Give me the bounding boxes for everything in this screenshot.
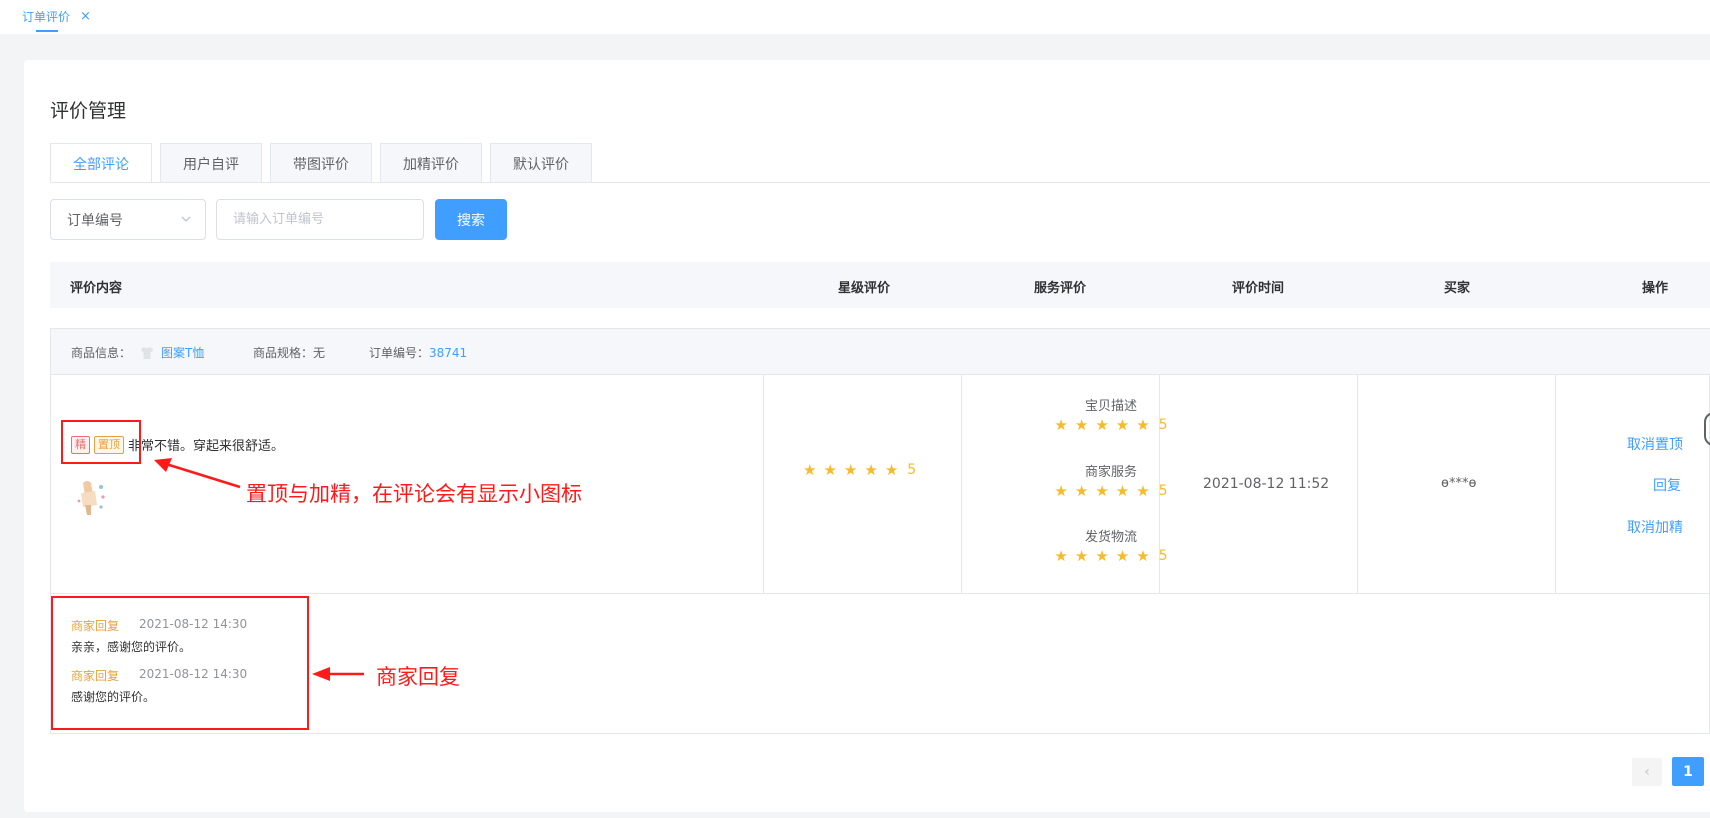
tab-all-reviews[interactable]: 全部评论 bbox=[50, 143, 152, 183]
search-field-select[interactable]: 订单编号 bbox=[50, 199, 206, 240]
service-label: 商家服务 bbox=[1084, 465, 1137, 480]
tab-order-review[interactable]: 订单评价 × bbox=[22, 8, 91, 25]
column-divider bbox=[1555, 375, 1556, 594]
star-icon: ★ bbox=[1095, 547, 1109, 565]
annotation-reply-box bbox=[51, 596, 309, 730]
product-name-link[interactable]: 图案T恤 bbox=[161, 344, 204, 361]
annotation-badges-note: 置顶与加精，在评论会有显示小图标 bbox=[246, 482, 582, 506]
star-icon: ★ bbox=[803, 461, 817, 479]
tab-image-reviews[interactable]: 带图评价 bbox=[270, 143, 372, 183]
column-divider bbox=[961, 375, 962, 594]
tabs-divider bbox=[50, 182, 1710, 183]
tab-featured-reviews[interactable]: 加精评价 bbox=[380, 143, 482, 183]
search-button[interactable]: 搜索 bbox=[435, 199, 507, 240]
tshirt-icon bbox=[141, 346, 154, 359]
order-number-input[interactable] bbox=[216, 199, 424, 240]
service-rating-logistics: 发货物流 ★ ★ ★ ★ ★ 5 bbox=[1012, 526, 1210, 565]
star-icon: ★ bbox=[1136, 482, 1150, 500]
service-rating-description: 宝贝描述 ★ ★ ★ ★ ★ 5 bbox=[1012, 395, 1210, 434]
star-icon: ★ bbox=[823, 461, 837, 479]
service-score: 5 bbox=[1158, 483, 1168, 499]
header-rating: 星级评价 bbox=[838, 281, 891, 296]
star-icon: ★ bbox=[1115, 416, 1130, 434]
header-time: 评价时间 bbox=[1232, 281, 1285, 296]
overall-rating: ★ ★ ★ ★ ★ 5 bbox=[803, 461, 916, 479]
star-rating: ★ ★ ★ ★ ★ 5 bbox=[803, 461, 916, 479]
tab-label: 订单评价 bbox=[22, 10, 71, 24]
column-divider bbox=[1357, 375, 1358, 594]
header-actions: 操作 bbox=[1642, 281, 1669, 296]
order-number: 订单编号： 38741 bbox=[369, 344, 467, 361]
star-icon: ★ bbox=[1115, 547, 1130, 565]
top-tab-bar: 订单评价 × bbox=[0, 0, 1710, 34]
star-rating: ★ ★ ★ ★ ★ 5 bbox=[1012, 547, 1210, 565]
header-service: 服务评价 bbox=[1034, 281, 1087, 296]
unfeature-button[interactable]: 取消加精 bbox=[1627, 517, 1683, 537]
select-value: 订单编号 bbox=[67, 212, 123, 229]
star-icon: ★ bbox=[1074, 482, 1089, 500]
service-label: 发货物流 bbox=[1084, 530, 1137, 545]
star-icon: ★ bbox=[1136, 416, 1150, 434]
header-content: 评价内容 bbox=[70, 281, 123, 296]
buyer-name: ɵ***ɵ bbox=[1441, 476, 1477, 491]
product-spec: 商品规格：无 bbox=[253, 346, 326, 360]
chevron-down-icon bbox=[181, 216, 191, 222]
order-number-link[interactable]: 38741 bbox=[429, 346, 467, 360]
annotation-reply-note: 商家回复 bbox=[376, 665, 460, 689]
service-score: 5 bbox=[1158, 548, 1168, 564]
product-label: 商品信息： bbox=[71, 346, 132, 360]
star-icon: ★ bbox=[1136, 547, 1150, 565]
star-rating: ★ ★ ★ ★ ★ 5 bbox=[1012, 416, 1210, 434]
active-tab-indicator bbox=[36, 30, 58, 32]
star-icon: ★ bbox=[1054, 482, 1068, 500]
review-time: 2021-08-12 11:52 bbox=[1203, 476, 1330, 492]
service-score: 5 bbox=[1158, 417, 1168, 433]
annotation-arrow-icon bbox=[154, 458, 241, 489]
header-buyer: 买家 bbox=[1444, 281, 1471, 296]
star-icon: ★ bbox=[843, 461, 858, 479]
tab-user-reviews[interactable]: 用户自评 bbox=[160, 143, 262, 183]
comment-text: 非常不错。穿起来很舒适。 bbox=[128, 439, 285, 454]
unpin-button[interactable]: 取消置顶 bbox=[1627, 434, 1683, 454]
star-icon: ★ bbox=[1095, 416, 1109, 434]
order-info-bar: 商品信息： 图案T恤 商品规格：无 订单编号： 38741 bbox=[51, 329, 1710, 375]
star-icon: ★ bbox=[1115, 482, 1130, 500]
star-icon: ★ bbox=[1095, 482, 1109, 500]
star-icon: ★ bbox=[1074, 547, 1089, 565]
reply-button[interactable]: 回复 bbox=[1653, 475, 1681, 495]
pagination-page-current[interactable]: 1 bbox=[1672, 757, 1704, 786]
review-image-thumbnail[interactable] bbox=[71, 475, 111, 517]
annotation-badges-box bbox=[61, 420, 141, 464]
column-divider bbox=[763, 375, 764, 594]
star-icon: ★ bbox=[1054, 547, 1068, 565]
rating-score: 5 bbox=[907, 462, 917, 478]
product-info: 商品信息： 图案T恤 bbox=[71, 344, 204, 361]
order-number-label: 订单编号： bbox=[369, 346, 430, 360]
floating-handle[interactable] bbox=[1704, 412, 1710, 446]
annotation-arrow-icon bbox=[312, 667, 364, 681]
review-tabs: 全部评论 用户自评 带图评价 加精评价 默认评价 bbox=[50, 143, 600, 183]
star-rating: ★ ★ ★ ★ ★ 5 bbox=[1012, 482, 1210, 500]
tab-default-reviews[interactable]: 默认评价 bbox=[490, 143, 592, 183]
table-header: 评价内容 星级评价 服务评价 评价时间 买家 操作 bbox=[50, 262, 1710, 308]
close-icon[interactable]: × bbox=[80, 9, 91, 24]
service-rating-merchant: 商家服务 ★ ★ ★ ★ ★ 5 bbox=[1012, 461, 1210, 500]
star-icon: ★ bbox=[1074, 416, 1089, 434]
page-title: 评价管理 bbox=[50, 100, 127, 122]
service-label: 宝贝描述 bbox=[1084, 399, 1137, 414]
star-icon: ★ bbox=[1054, 416, 1068, 434]
pagination-prev-button[interactable]: ‹ bbox=[1632, 758, 1662, 786]
star-icon: ★ bbox=[864, 461, 878, 479]
star-icon: ★ bbox=[884, 461, 899, 479]
